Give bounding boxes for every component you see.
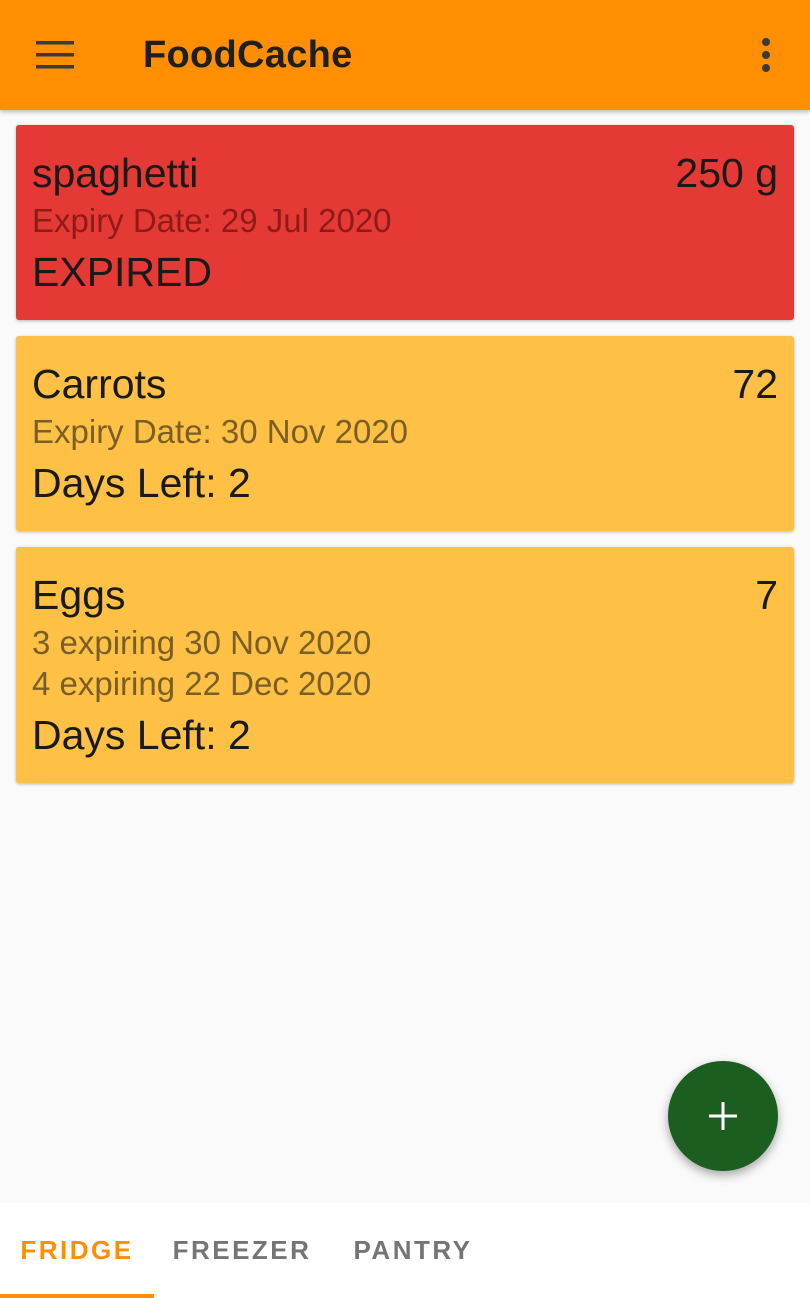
item-quantity: 7 <box>755 572 778 618</box>
item-status: Days Left: 2 <box>32 712 251 758</box>
add-item-button[interactable] <box>668 1061 778 1171</box>
plus-icon <box>709 1102 737 1130</box>
item-expiry-date: Expiry Date: 30 Nov 2020 <box>32 413 409 450</box>
hamburger-menu-icon <box>36 41 74 69</box>
menu-button[interactable] <box>24 27 86 83</box>
food-item-card[interactable]: Eggs 7 3 expiring 30 Nov 2020 4 expiring… <box>16 547 794 783</box>
food-item-card[interactable]: Carrots 72 Expiry Date: 30 Nov 2020 Days… <box>16 336 794 531</box>
item-status: Days Left: 2 <box>32 460 251 506</box>
item-expiry-line: 4 expiring 22 Dec 2020 <box>32 665 372 702</box>
item-quantity: 72 <box>732 361 778 407</box>
active-tab-indicator <box>0 1294 154 1298</box>
app-bar: FoodCache <box>0 0 810 110</box>
tab-fridge[interactable]: FRIDGE <box>0 1203 154 1298</box>
item-name: Eggs <box>32 572 126 618</box>
item-expiry-line: 3 expiring 30 Nov 2020 <box>32 624 372 661</box>
item-status: EXPIRED <box>32 249 212 295</box>
item-name: spaghetti <box>32 150 199 196</box>
item-name: Carrots <box>32 361 167 407</box>
overflow-menu-button[interactable] <box>742 30 790 80</box>
app-title: FoodCache <box>143 34 353 76</box>
storage-tab-bar: FRIDGE FREEZER PANTRY <box>0 1203 810 1298</box>
item-quantity: 250 g <box>675 150 778 196</box>
tab-pantry[interactable]: PANTRY <box>330 1203 496 1298</box>
tab-freezer[interactable]: FREEZER <box>154 1203 330 1298</box>
food-item-card[interactable]: spaghetti 250 g Expiry Date: 29 Jul 2020… <box>16 125 794 320</box>
more-vert-icon <box>762 38 770 72</box>
food-item-list: spaghetti 250 g Expiry Date: 29 Jul 2020… <box>16 125 794 799</box>
item-expiry-date: Expiry Date: 29 Jul 2020 <box>32 202 392 239</box>
